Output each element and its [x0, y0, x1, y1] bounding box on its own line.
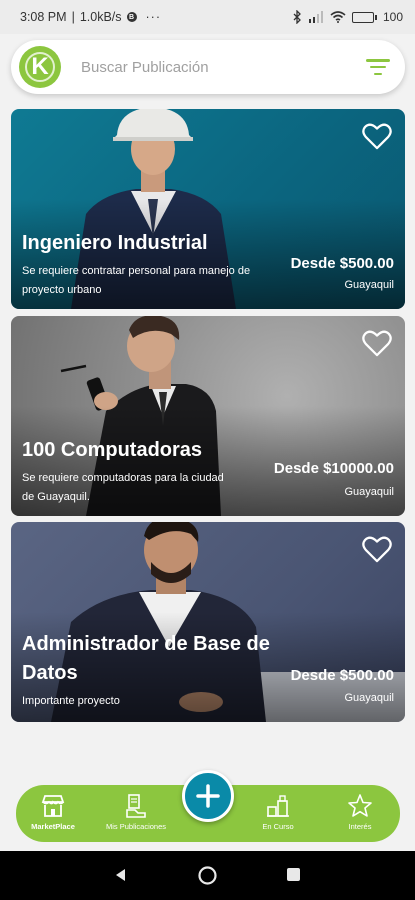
filter-icon[interactable]: [365, 57, 391, 77]
nav-label: MarketPlace: [31, 822, 75, 831]
publications-icon: [126, 794, 146, 818]
card-city: Guayaquil: [344, 279, 394, 291]
logo-letter: K: [31, 53, 49, 80]
favorite-heart-icon[interactable]: [362, 535, 392, 563]
plus-icon: [196, 784, 220, 808]
card-price: Desde $500.00: [290, 667, 394, 684]
card-title: Ingeniero Industrial: [22, 232, 208, 254]
card-description-line: Se requiere contratar personal para mane…: [22, 265, 251, 277]
nav-label: En Curso: [262, 822, 294, 831]
status-speed: 1.0kB/s: [79, 10, 122, 24]
back-icon[interactable]: [113, 867, 129, 883]
home-icon[interactable]: [198, 866, 217, 885]
wifi-icon: [330, 11, 346, 23]
in-progress-icon: [267, 795, 289, 817]
card-description: Importante proyecto: [22, 692, 120, 711]
favorite-heart-icon[interactable]: [362, 122, 392, 150]
star-icon: [348, 794, 372, 817]
status-time: 3:08 PM: [20, 10, 67, 24]
card-price: Desde $500.00: [290, 255, 394, 272]
nav-label: Interés: [348, 822, 372, 831]
app-logo[interactable]: K: [19, 46, 61, 88]
publication-card[interactable]: Administrador de Base de Datos Important…: [11, 522, 405, 722]
nav-label: Mis Publicaciones: [105, 822, 167, 831]
nav-item-marketplace[interactable]: MarketPlace: [13, 793, 93, 831]
search-input[interactable]: [81, 58, 365, 76]
battery-level: 100: [382, 10, 403, 24]
card-title: 100 Computadoras: [22, 439, 203, 461]
system-navigation-bar: [0, 851, 415, 900]
card-description-line: Importante proyecto: [22, 695, 120, 707]
card-city: Guayaquil: [344, 692, 394, 704]
nav-item-mis-publicaciones[interactable]: Mis Publicaciones: [96, 793, 176, 831]
battery-icon: [351, 11, 377, 23]
card-title-line: Administrador de Base de: [22, 633, 270, 655]
notification-b-icon: B: [126, 12, 137, 22]
add-publication-button[interactable]: [182, 770, 234, 822]
publication-card[interactable]: 100 Computadoras Se requiere computadora…: [11, 316, 405, 516]
card-description: Se requiere computadoras para la ciudad …: [22, 469, 224, 507]
search-bar: K: [11, 40, 405, 94]
status-separator: |: [71, 10, 75, 24]
status-dots: ···: [145, 10, 161, 24]
nav-item-interes[interactable]: Interés: [320, 793, 400, 831]
card-description-line: de Guayaquil.: [22, 491, 90, 503]
card-price: Desde $10000.00: [273, 460, 394, 477]
card-description-line: Se requiere computadoras para la ciudad: [22, 472, 224, 484]
recents-icon[interactable]: [286, 867, 301, 882]
favorite-heart-icon[interactable]: [362, 329, 392, 357]
publication-card[interactable]: Ingeniero Industrial Se requiere contrat…: [11, 109, 405, 309]
store-icon: [41, 795, 65, 817]
signal-icon: [308, 11, 323, 23]
card-title: Administrador de Base de Datos: [22, 630, 302, 688]
card-city: Guayaquil: [344, 486, 394, 498]
status-right: 100: [292, 10, 403, 24]
card-description: Se requiere contratar personal para mane…: [22, 262, 250, 300]
card-description-line: proyecto urbano: [22, 284, 102, 296]
status-bar: 3:08 PM | 1.0kB/s B ··· 100: [0, 0, 415, 34]
bluetooth-icon: [293, 10, 301, 24]
card-title-line: Datos: [22, 662, 78, 684]
nav-item-en-curso[interactable]: En Curso: [238, 793, 318, 831]
status-left: 3:08 PM | 1.0kB/s B ···: [20, 10, 161, 24]
